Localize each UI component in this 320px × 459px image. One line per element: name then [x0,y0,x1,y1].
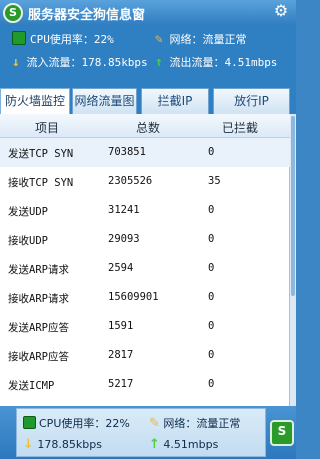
mini-inflow: ↓ 178.85kbps [23,437,102,452]
row-total: 5217 [108,378,134,390]
mini-outflow: ↑ 4.51mbps [149,437,218,452]
table-row[interactable]: 发送UDP 31241 0 [0,196,290,225]
network-status-icon: ✎ [149,416,160,431]
header-total: 总数 [136,121,161,135]
tab-firewall-monitor[interactable]: 防火墙监控 [0,88,70,114]
row-blocked: 35 [208,175,221,187]
cpu-usage-label: CPU使用率：22% [30,33,114,46]
mini-cpu-usage: CPU使用率：22% [23,415,130,431]
security-dog-info-window: S 服务器安全狗信息窗 ⚙ CPU使用率：22% ✎ 网络：流量正常 ↓ 流入流… [0,0,296,459]
table-row[interactable]: 接收UDP 29093 0 [0,225,290,254]
table-row[interactable]: 发送ARP请求 2594 0 [0,254,290,283]
row-item: 接收TCP SYN [8,177,74,189]
mini-cpu-label: CPU使用率：22% [39,417,130,430]
bottom-logo-letter: S [277,424,287,438]
row-blocked: 0 [208,146,215,158]
cpu-icon [23,416,36,429]
row-total: 31241 [108,204,140,216]
stats-panel: CPU使用率：22% ✎ 网络：流量正常 ↓ 流入流量：178.85kbps ↑… [0,26,296,74]
mini-inflow-label: 178.85kbps [37,438,102,451]
shield-s-icon[interactable]: S [270,420,294,446]
row-item: 发送UDP [8,206,48,218]
mini-outflow-label: 4.51mbps [163,438,219,451]
logo-letter: S [9,6,17,19]
mini-status-panel: CPU使用率：22% ✎ 网络：流量正常 ↓ 178.85kbps ↑ 4.51… [16,408,266,457]
cpu-usage: CPU使用率：22% [12,31,114,47]
table-row[interactable]: 接收TCP SYN 2305526 35 [0,167,290,196]
row-blocked: 0 [208,320,215,332]
row-item: 发送ARP应答 [8,322,69,334]
row-total: 2305526 [108,175,153,187]
row-blocked: 0 [208,233,215,245]
network-status-icon: ✎ [155,32,163,47]
row-item: 接收UDP [8,235,48,247]
shield-s-icon: S [3,3,23,23]
row-total: 2817 [108,349,134,361]
row-blocked: 0 [208,204,215,216]
row-total: 1591 [108,320,134,332]
row-item: 发送TCP SYN [8,148,74,160]
table-row[interactable]: 接收ARP请求 15609901 0 [0,283,290,312]
network-status-label: 网络：流量正常 [169,33,247,46]
table-header: 项目 总数 已拦截 [0,114,290,138]
row-blocked: 0 [208,349,215,361]
arrow-down-icon: ↓ [12,55,20,70]
arrow-down-icon: ↓ [23,437,34,452]
table-scrollbar[interactable] [290,114,296,406]
arrow-up-icon: ↑ [149,437,160,452]
arrow-up-icon: ↑ [155,55,163,70]
title-bar[interactable]: S 服务器安全狗信息窗 ⚙ [0,0,296,26]
gear-icon[interactable]: ⚙ [272,2,290,20]
row-total: 15609901 [108,291,159,303]
cpu-icon [12,31,26,45]
inflow-traffic: ↓ 流入流量：178.85kbps [12,54,148,70]
table-row[interactable]: 接收ARP应答 2817 0 [0,341,290,370]
row-total: 2594 [108,262,134,274]
firewall-table: 项目 总数 已拦截 发送TCP SYN 703851 0 接收TCP SYN 2… [0,114,290,406]
row-item: 发送ARP请求 [8,264,69,276]
mini-network-status: ✎ 网络：流量正常 [149,415,240,431]
window-title: 服务器安全狗信息窗 [28,8,146,23]
network-status: ✎ 网络：流量正常 [155,31,246,47]
row-item: 接收ARP应答 [8,351,69,363]
outflow-traffic: ↑ 流出流量：4.51mbps [155,54,277,70]
row-blocked: 0 [208,378,215,390]
tab-blocked-ip[interactable]: 拦截IP [141,88,209,114]
table-row[interactable]: 发送TCP SYN 703851 0 [0,138,290,167]
mini-network-label: 网络：流量正常 [163,417,241,430]
table-row[interactable]: 发送ICMP 5217 0 [0,370,290,399]
tab-bar: 防火墙监控 网络流量图 拦截IP 放行IP [0,88,296,114]
tab-network-traffic[interactable]: 网络流量图 [72,88,137,114]
inflow-label: 流入流量：178.85kbps [26,56,148,69]
row-item: 接收ARP请求 [8,293,69,305]
row-blocked: 0 [208,291,215,303]
row-item: 发送ICMP [8,380,55,392]
table-row[interactable]: 发送ARP应答 1591 0 [0,312,290,341]
tab-allowed-ip[interactable]: 放行IP [213,88,290,114]
row-blocked: 0 [208,262,215,274]
row-total: 29093 [108,233,140,245]
scrollbar-thumb[interactable] [291,116,295,296]
mini-status-bar: CPU使用率：22% ✎ 网络：流量正常 ↓ 178.85kbps ↑ 4.51… [0,406,296,459]
header-item: 项目 [35,121,60,135]
header-blocked: 已拦截 [222,121,259,135]
outflow-label: 流出流量：4.51mbps [169,56,278,69]
row-total: 703851 [108,146,146,158]
